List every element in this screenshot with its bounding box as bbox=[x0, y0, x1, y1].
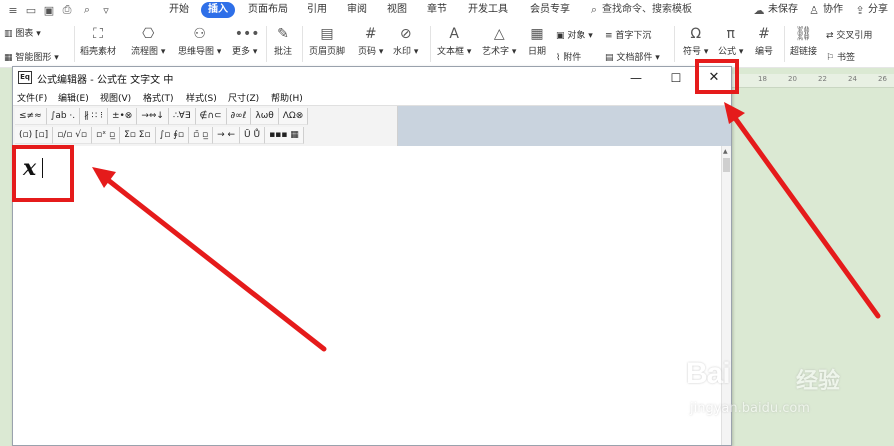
baidu-watermark: Bai 经验 jingyan.baidu.com bbox=[686, 355, 886, 425]
arrow-to-formula bbox=[92, 167, 327, 352]
arrow-to-close-button bbox=[724, 102, 881, 319]
watermark-brand-cn: 经验 bbox=[796, 369, 841, 394]
watermark-url: jingyan.baidu.com bbox=[690, 401, 810, 416]
watermark-brand: Bai bbox=[686, 357, 731, 390]
